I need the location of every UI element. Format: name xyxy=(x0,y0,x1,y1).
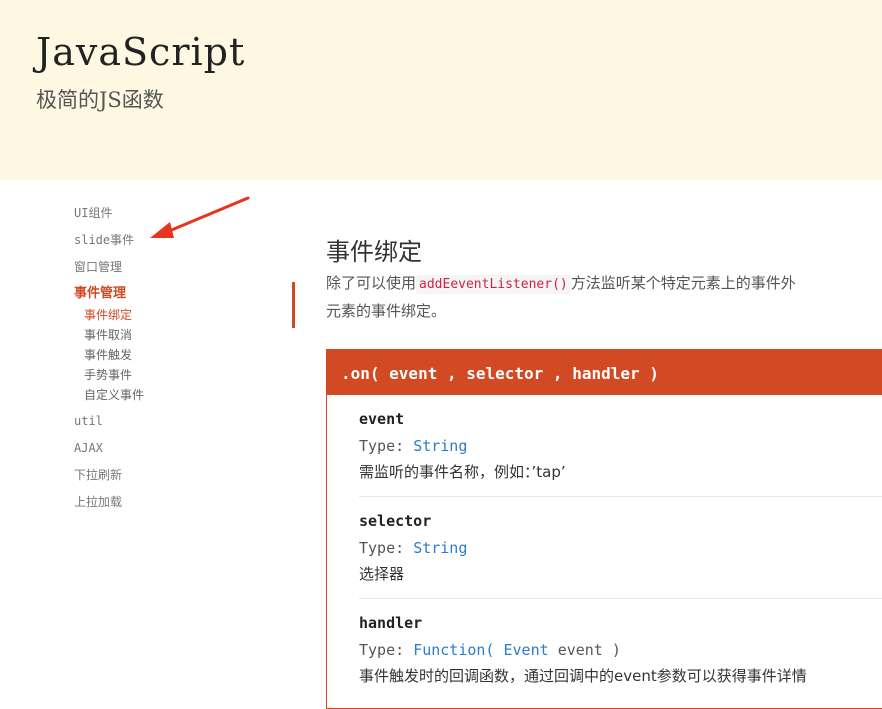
sidebar-subitem-custom[interactable]: 自定义事件 xyxy=(74,386,274,406)
param-description: 事件触发时的回调函数，通过回调中的event参数可以获得事件详情 xyxy=(359,667,807,685)
param-event: event Type: String 需监听的事件名称，例如：’tap’ xyxy=(359,395,882,497)
type-label: Type: xyxy=(359,539,414,557)
intro-text: 除了可以使用 addEeventListener() 方法监听某个特定元素上的事件外… xyxy=(326,270,882,325)
sidebar-item-util[interactable]: util xyxy=(74,412,274,439)
site-title: JavaScript xyxy=(36,30,246,74)
sidebar-nav: UI组件 slide事件 窗口管理 事件管理 事件绑定 事件取消 事件触发 手势… xyxy=(74,204,274,520)
param-name: handler xyxy=(359,614,423,632)
page-header: JavaScript 极简的JS函数 xyxy=(0,0,882,180)
param-name: event xyxy=(359,410,405,428)
api-signature: .on( event , selector , handler ) xyxy=(327,350,882,395)
sidebar-item-pullup[interactable]: 上拉加载 xyxy=(74,493,274,520)
red-arrow-icon xyxy=(150,196,250,238)
api-box: .on( event , selector , handler ) event … xyxy=(326,349,882,709)
intro-before: 除了可以使用 xyxy=(326,274,417,292)
type-link[interactable]: Function( xyxy=(413,641,494,659)
type-link[interactable]: String xyxy=(413,437,467,455)
param-selector: selector Type: String 选择器 xyxy=(359,497,882,599)
site-subtitle: 极简的JS函数 xyxy=(36,88,164,112)
sidebar-item-pulldown[interactable]: 下拉刷新 xyxy=(74,466,274,493)
type-link-event[interactable]: Event xyxy=(504,641,549,659)
intro-code: addEeventListener() xyxy=(416,275,571,294)
type-link[interactable]: String xyxy=(413,539,467,557)
type-label: Type: xyxy=(359,641,414,659)
param-name: selector xyxy=(359,512,432,530)
param-type: Type: String xyxy=(359,537,882,563)
param-description: 选择器 xyxy=(359,565,405,583)
sidebar-subitem-unbind[interactable]: 事件取消 xyxy=(74,326,274,346)
sidebar-subitem-trigger[interactable]: 事件触发 xyxy=(74,346,274,366)
type-label: Type: xyxy=(359,437,414,455)
intro-line2: 元素的事件绑定。 xyxy=(326,302,447,320)
sidebar-sublist-events: 事件绑定 事件取消 事件触发 手势事件 自定义事件 xyxy=(74,306,274,406)
sidebar-item-window[interactable]: 窗口管理 xyxy=(74,258,274,285)
param-description: 需监听的事件名称，例如：’tap’ xyxy=(359,463,566,481)
sidebar-subitem-gesture[interactable]: 手势事件 xyxy=(74,366,274,386)
param-type: Type: Function( Event event ) xyxy=(359,639,882,665)
sidebar-subitem-bind[interactable]: 事件绑定 xyxy=(74,306,274,326)
accent-bar xyxy=(292,282,295,328)
param-type: Type: String xyxy=(359,435,882,461)
sidebar-item-ajax[interactable]: AJAX xyxy=(74,439,274,466)
section-title: 事件绑定 xyxy=(326,238,422,266)
type-extra: event ) xyxy=(557,641,621,659)
param-handler: handler Type: Function( Event event ) 事件… xyxy=(359,599,882,701)
intro-after: 方法监听某个特定元素上的事件外 xyxy=(570,274,796,292)
